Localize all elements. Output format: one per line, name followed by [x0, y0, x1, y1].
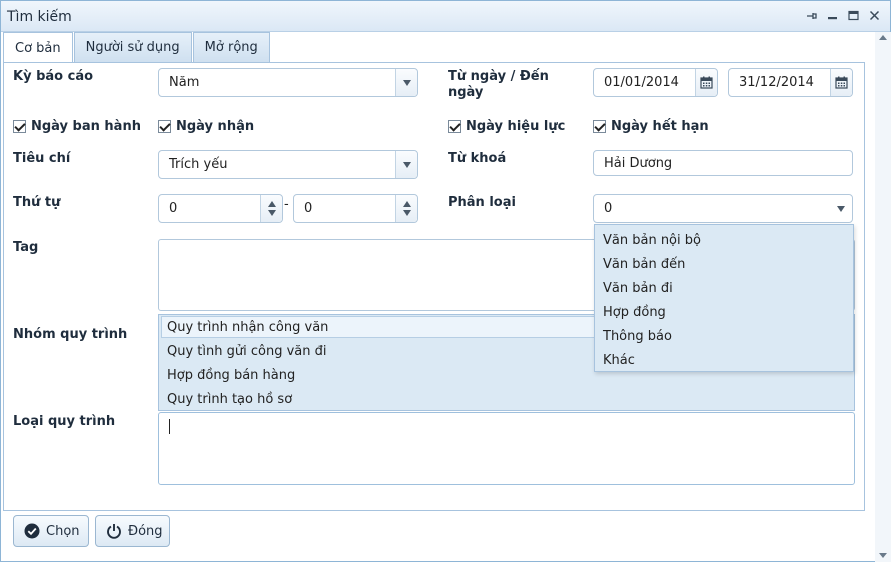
order-to-value: 0 [304, 201, 313, 216]
close-button-label: Đóng [128, 523, 163, 539]
classification-dropdown[interactable]: Văn bản nội bộ Văn bản đến Văn bản đi Hợ… [594, 224, 854, 372]
checkbox-received-date[interactable]: Ngày nhận [158, 119, 254, 134]
criteria-select[interactable]: Trích yếu [158, 150, 418, 179]
checkbox-issue-date-label: Ngày ban hành [31, 119, 141, 134]
maximize-icon[interactable] [846, 8, 861, 23]
checkbox-expiry-date[interactable]: Ngày hết hạn [593, 119, 709, 134]
tab-basic[interactable]: Cơ bản [3, 32, 73, 63]
criteria-label: Tiêu chí [13, 151, 71, 166]
choose-button[interactable]: Chọn [13, 515, 89, 547]
title-bar[interactable]: Tìm kiếm [1, 1, 890, 32]
choose-button-label: Chọn [46, 523, 80, 539]
list-item[interactable]: Khác [595, 348, 853, 372]
classification-value: 0 [604, 201, 613, 216]
search-dialog: Tìm kiếm Cơ bản Người sử dụng Mở rộng Kỳ… [0, 0, 891, 562]
tab-bar: Cơ bản Người sử dụng Mở rộng [3, 32, 271, 63]
close-button[interactable]: Đóng [95, 515, 170, 547]
order-to-stepper[interactable]: 0 [293, 194, 418, 223]
scrollbar[interactable] [875, 32, 891, 562]
checkbox-effective-date[interactable]: Ngày hiệu lực [448, 119, 565, 134]
classification-select[interactable]: 0 [593, 194, 853, 223]
minimize-icon[interactable] [825, 8, 840, 23]
tab-users[interactable]: Người sử dụng [73, 32, 192, 62]
chevron-down-icon[interactable] [830, 195, 852, 222]
dialog-title: Tìm kiếm [7, 9, 72, 25]
list-item[interactable]: Thông báo [595, 324, 853, 348]
classification-label: Phân loại [448, 195, 516, 210]
list-item[interactable]: Văn bản nội bộ [595, 228, 853, 252]
checkbox-icon[interactable] [13, 120, 26, 133]
chevron-down-icon[interactable] [395, 69, 417, 96]
report-period-select[interactable]: Năm [158, 68, 418, 97]
scroll-up-icon[interactable] [879, 35, 887, 40]
date-from-input[interactable]: 01/01/2014 [593, 68, 718, 97]
chevron-down-icon[interactable] [395, 151, 417, 178]
order-from-value: 0 [169, 201, 178, 216]
check-circle-icon [24, 523, 40, 539]
date-to-input[interactable]: 31/12/2014 [728, 68, 853, 97]
report-period-label: Kỳ báo cáo [13, 69, 94, 84]
checkbox-icon[interactable] [593, 120, 606, 133]
list-item[interactable]: Văn bản đi [595, 276, 853, 300]
checkbox-expiry-date-label: Ngày hết hạn [611, 119, 709, 134]
process-group-label: Nhóm quy trình [13, 327, 128, 342]
date-range-label: Từ ngày / Đến ngày [448, 69, 549, 100]
keyword-input[interactable]: Hải Dương [593, 150, 853, 176]
scroll-down-icon[interactable] [879, 553, 887, 558]
criteria-value: Trích yếu [169, 157, 228, 172]
stepper-arrows-icon[interactable] [395, 195, 417, 222]
window-controls [804, 8, 882, 23]
stepper-arrows-icon[interactable] [260, 195, 282, 222]
tab-extended[interactable]: Mở rộng [192, 32, 270, 62]
list-item[interactable]: Hợp đồng [595, 300, 853, 324]
calendar-icon[interactable] [830, 69, 852, 96]
process-type-label: Loại quy trình [13, 414, 116, 429]
order-label: Thứ tự [13, 195, 61, 210]
checkbox-issue-date[interactable]: Ngày ban hành [13, 119, 141, 134]
power-icon [106, 523, 122, 539]
date-to-value: 31/12/2014 [739, 75, 814, 90]
checkbox-icon[interactable] [158, 120, 171, 133]
checkbox-received-date-label: Ngày nhận [176, 119, 255, 134]
report-period-value: Năm [169, 75, 200, 90]
text-cursor [169, 419, 170, 434]
checkbox-icon[interactable] [448, 120, 461, 133]
tag-label: Tag [13, 240, 39, 255]
order-separator: - [284, 197, 289, 212]
list-item[interactable]: Quy trình tạo hồ sơ [159, 387, 854, 411]
list-item[interactable]: Văn bản đến [595, 252, 853, 276]
process-type-textarea[interactable] [158, 412, 855, 485]
keyword-label: Từ khoá [448, 151, 507, 166]
keyword-value: Hải Dương [604, 155, 673, 171]
date-from-value: 01/01/2014 [604, 75, 679, 90]
order-from-stepper[interactable]: 0 [158, 194, 283, 223]
checkbox-effective-date-label: Ngày hiệu lực [466, 119, 566, 134]
close-icon[interactable] [867, 8, 882, 23]
calendar-icon[interactable] [695, 69, 717, 96]
pin-icon[interactable] [804, 8, 819, 23]
